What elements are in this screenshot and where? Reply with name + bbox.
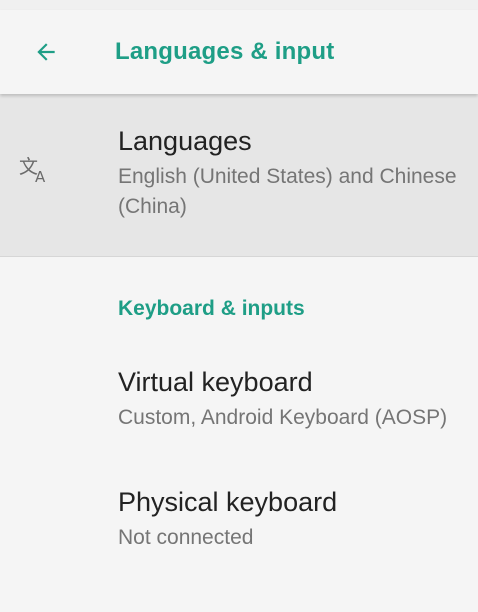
arrow-back-icon (37, 43, 55, 61)
svg-text:A: A (35, 168, 46, 185)
virtual-keyboard-summary: Custom, Android Keyboard (AOSP) (118, 406, 448, 429)
app-bar: Languages & input (0, 10, 478, 94)
translate-icon: 文 A (18, 152, 76, 188)
keyboard-inputs-header: Keyboard & inputs (118, 297, 305, 320)
back-button[interactable] (17, 23, 75, 81)
languages-item[interactable]: 文 A Languages English (United States) an… (0, 94, 478, 257)
virtual-keyboard-title: Virtual keyboard (118, 367, 313, 397)
languages-title: Languages (118, 126, 252, 156)
physical-keyboard-item[interactable]: Physical keyboard Not connected (0, 485, 478, 553)
languages-summary: English (United States) and Chinese (Chi… (118, 165, 457, 218)
status-strip (0, 0, 478, 10)
physical-keyboard-summary: Not connected (118, 526, 254, 549)
page-title: Languages & input (115, 38, 335, 65)
physical-keyboard-title: Physical keyboard (118, 487, 338, 517)
virtual-keyboard-item[interactable]: Virtual keyboard Custom, Android Keyboar… (0, 335, 478, 485)
settings-screen: Languages & input 文 A Languages English … (0, 0, 478, 612)
